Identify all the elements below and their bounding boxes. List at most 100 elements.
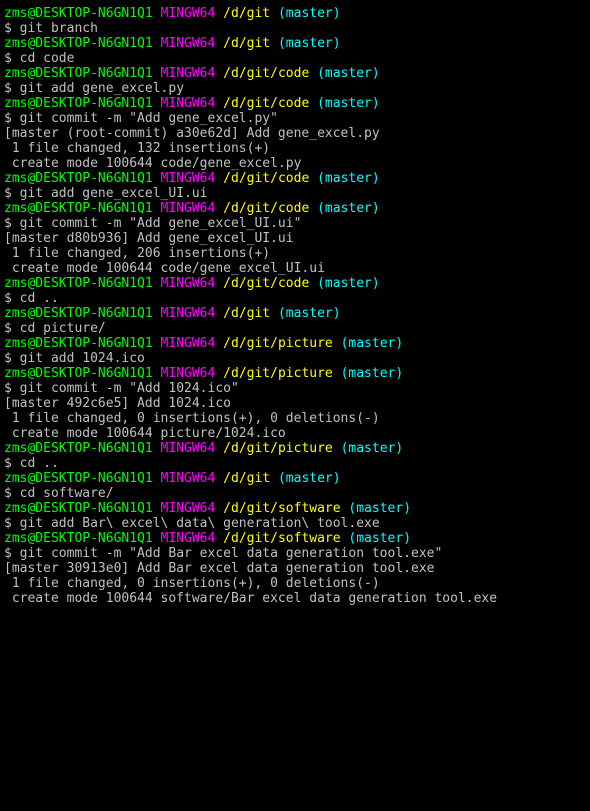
prompt-user: zms@DESKTOP-N6GN1Q1 — [4, 501, 153, 516]
prompt-line: zms@DESKTOP-N6GN1Q1 MINGW64 /d/git (mast… — [4, 36, 586, 51]
prompt-user: zms@DESKTOP-N6GN1Q1 — [4, 201, 153, 216]
prompt-dollar: $ — [4, 291, 20, 306]
output-line: 1 file changed, 132 insertions(+) — [4, 141, 586, 156]
prompt-branch: (master) — [278, 471, 341, 486]
command-line[interactable]: $ cd .. — [4, 456, 586, 471]
prompt-host: MINGW64 — [161, 6, 216, 21]
output-line: [master 492c6e5] Add 1024.ico — [4, 396, 586, 411]
command-line[interactable]: $ git commit -m "Add gene_excel.py" — [4, 111, 586, 126]
output-line: create mode 100644 software/Bar excel da… — [4, 591, 586, 606]
command-text: git branch — [20, 21, 98, 36]
prompt-host: MINGW64 — [161, 531, 216, 546]
command-text: git commit -m "Add gene_excel.py" — [20, 111, 278, 126]
terminal[interactable]: zms@DESKTOP-N6GN1Q1 MINGW64 /d/git (mast… — [0, 0, 590, 612]
prompt-user: zms@DESKTOP-N6GN1Q1 — [4, 36, 153, 51]
prompt-line: zms@DESKTOP-N6GN1Q1 MINGW64 /d/git (mast… — [4, 6, 586, 21]
prompt-line: zms@DESKTOP-N6GN1Q1 MINGW64 /d/git (mast… — [4, 471, 586, 486]
command-text: git commit -m "Add Bar excel data genera… — [20, 546, 443, 561]
prompt-path: /d/git — [223, 306, 270, 321]
command-text: cd picture/ — [20, 321, 106, 336]
prompt-host: MINGW64 — [161, 336, 216, 351]
prompt-dollar: $ — [4, 111, 20, 126]
prompt-host: MINGW64 — [161, 366, 216, 381]
prompt-user: zms@DESKTOP-N6GN1Q1 — [4, 366, 153, 381]
prompt-dollar: $ — [4, 321, 20, 336]
prompt-branch: (master) — [341, 441, 404, 456]
prompt-path: /d/git/code — [223, 171, 309, 186]
prompt-path: /d/git/code — [223, 66, 309, 81]
prompt-path: /d/git/code — [223, 96, 309, 111]
command-line[interactable]: $ git commit -m "Add Bar excel data gene… — [4, 546, 586, 561]
prompt-dollar: $ — [4, 21, 20, 36]
prompt-line: zms@DESKTOP-N6GN1Q1 MINGW64 /d/git (mast… — [4, 306, 586, 321]
output-line: 1 file changed, 206 insertions(+) — [4, 246, 586, 261]
prompt-dollar: $ — [4, 381, 20, 396]
prompt-branch: (master) — [317, 66, 380, 81]
prompt-user: zms@DESKTOP-N6GN1Q1 — [4, 276, 153, 291]
command-line[interactable]: $ git branch — [4, 21, 586, 36]
command-text: cd code — [20, 51, 75, 66]
command-text: git commit -m "Add gene_excel_UI.ui" — [20, 216, 302, 231]
prompt-host: MINGW64 — [161, 471, 216, 486]
prompt-dollar: $ — [4, 351, 20, 366]
prompt-dollar: $ — [4, 516, 20, 531]
prompt-line: zms@DESKTOP-N6GN1Q1 MINGW64 /d/git/softw… — [4, 501, 586, 516]
prompt-user: zms@DESKTOP-N6GN1Q1 — [4, 531, 153, 546]
prompt-branch: (master) — [317, 201, 380, 216]
prompt-branch: (master) — [348, 501, 411, 516]
prompt-branch: (master) — [278, 36, 341, 51]
command-text: git commit -m "Add 1024.ico" — [20, 381, 239, 396]
prompt-host: MINGW64 — [161, 66, 216, 81]
prompt-line: zms@DESKTOP-N6GN1Q1 MINGW64 /d/git/code … — [4, 96, 586, 111]
command-line[interactable]: $ git add 1024.ico — [4, 351, 586, 366]
prompt-dollar: $ — [4, 486, 20, 501]
prompt-dollar: $ — [4, 216, 20, 231]
prompt-user: zms@DESKTOP-N6GN1Q1 — [4, 66, 153, 81]
output-line: [master 30913e0] Add Bar excel data gene… — [4, 561, 586, 576]
prompt-branch: (master) — [278, 306, 341, 321]
command-line[interactable]: $ git add gene_excel.py — [4, 81, 586, 96]
prompt-host: MINGW64 — [161, 501, 216, 516]
prompt-path: /d/git/code — [223, 201, 309, 216]
command-line[interactable]: $ cd picture/ — [4, 321, 586, 336]
command-line[interactable]: $ git add Bar\ excel\ data\ generation\ … — [4, 516, 586, 531]
command-text: git add Bar\ excel\ data\ generation\ to… — [20, 516, 380, 531]
prompt-dollar: $ — [4, 51, 20, 66]
prompt-branch: (master) — [317, 276, 380, 291]
command-line[interactable]: $ cd code — [4, 51, 586, 66]
command-text: cd .. — [20, 456, 59, 471]
command-text: cd software/ — [20, 486, 114, 501]
prompt-line: zms@DESKTOP-N6GN1Q1 MINGW64 /d/git/pictu… — [4, 336, 586, 351]
prompt-line: zms@DESKTOP-N6GN1Q1 MINGW64 /d/git/softw… — [4, 531, 586, 546]
prompt-host: MINGW64 — [161, 201, 216, 216]
command-text: git add 1024.ico — [20, 351, 145, 366]
prompt-line: zms@DESKTOP-N6GN1Q1 MINGW64 /d/git/code … — [4, 171, 586, 186]
prompt-line: zms@DESKTOP-N6GN1Q1 MINGW64 /d/git/pictu… — [4, 441, 586, 456]
output-line: [master (root-commit) a30e62d] Add gene_… — [4, 126, 586, 141]
output-line: create mode 100644 code/gene_excel.py — [4, 156, 586, 171]
command-line[interactable]: $ git commit -m "Add 1024.ico" — [4, 381, 586, 396]
prompt-path: /d/git/picture — [223, 336, 333, 351]
prompt-user: zms@DESKTOP-N6GN1Q1 — [4, 471, 153, 486]
prompt-user: zms@DESKTOP-N6GN1Q1 — [4, 171, 153, 186]
prompt-line: zms@DESKTOP-N6GN1Q1 MINGW64 /d/git/code … — [4, 276, 586, 291]
prompt-dollar: $ — [4, 456, 20, 471]
prompt-host: MINGW64 — [161, 276, 216, 291]
prompt-path: /d/git — [223, 6, 270, 21]
prompt-line: zms@DESKTOP-N6GN1Q1 MINGW64 /d/git/pictu… — [4, 366, 586, 381]
prompt-path: /d/git — [223, 36, 270, 51]
prompt-user: zms@DESKTOP-N6GN1Q1 — [4, 6, 153, 21]
command-line[interactable]: $ cd .. — [4, 291, 586, 306]
command-line[interactable]: $ cd software/ — [4, 486, 586, 501]
prompt-host: MINGW64 — [161, 36, 216, 51]
output-line: create mode 100644 picture/1024.ico — [4, 426, 586, 441]
prompt-line: zms@DESKTOP-N6GN1Q1 MINGW64 /d/git/code … — [4, 201, 586, 216]
prompt-path: /d/git — [223, 471, 270, 486]
command-line[interactable]: $ git add gene_excel_UI.ui — [4, 186, 586, 201]
output-line: create mode 100644 code/gene_excel_UI.ui — [4, 261, 586, 276]
prompt-branch: (master) — [341, 366, 404, 381]
prompt-branch: (master) — [317, 96, 380, 111]
prompt-branch: (master) — [348, 531, 411, 546]
command-line[interactable]: $ git commit -m "Add gene_excel_UI.ui" — [4, 216, 586, 231]
prompt-dollar: $ — [4, 546, 20, 561]
